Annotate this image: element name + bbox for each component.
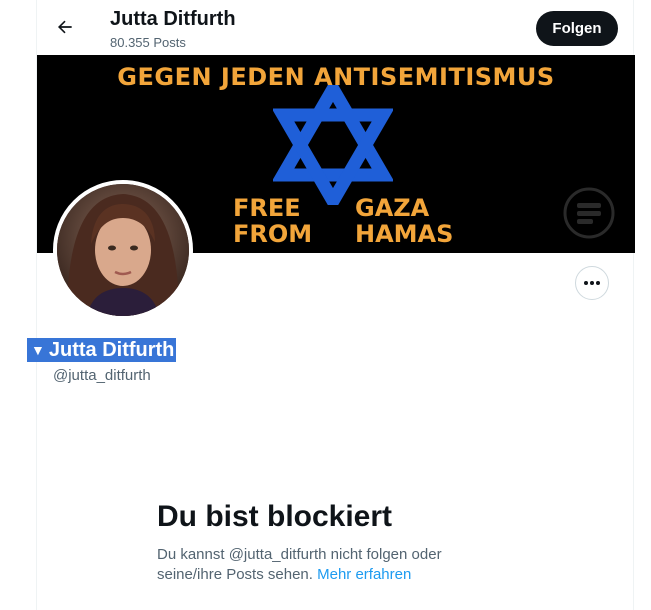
profile-handle: @jutta_ditfurth — [53, 367, 151, 384]
profile-name-selection[interactable]: ▼ Jutta Ditfurth — [27, 338, 177, 362]
more-options-button[interactable] — [575, 266, 609, 300]
follow-button[interactable]: Folgen — [536, 11, 618, 46]
banner-left-line-1: FREE — [233, 194, 301, 222]
learn-more-link[interactable]: Mehr erfahren — [317, 566, 411, 583]
header-name: Jutta Ditfurth — [110, 8, 236, 30]
more-horizontal-icon — [584, 281, 600, 285]
profile-header-bar: Jutta Ditfurth 80.355 Posts Folgen — [37, 0, 633, 55]
profile-column: Jutta Ditfurth 80.355 Posts Folgen GEGEN… — [27, 0, 635, 610]
blocked-title: Du bist blockiert — [157, 500, 393, 533]
profile-name: Jutta Ditfurth — [48, 338, 175, 361]
banner-right-text: GAZA HAMAS — [355, 195, 453, 247]
header-post-count: 80.355 Posts — [110, 35, 186, 50]
star-of-david-icon — [273, 85, 393, 205]
watermark-icon — [563, 187, 615, 239]
selection-arrow: ▼ — [31, 342, 45, 358]
arrow-left-icon — [58, 20, 72, 34]
profile-avatar[interactable] — [53, 180, 193, 320]
avatar-photo-icon — [57, 184, 189, 316]
banner-right-line-1: GAZA — [355, 194, 430, 222]
blocked-message: Du kannst @jutta_ditfurth nicht folgen o… — [157, 545, 487, 585]
banner-right-line-2: HAMAS — [355, 220, 454, 248]
back-button[interactable] — [50, 12, 80, 42]
banner-left-line-2: FROM — [233, 220, 313, 248]
banner-left-text: FREE FROM — [233, 195, 312, 247]
